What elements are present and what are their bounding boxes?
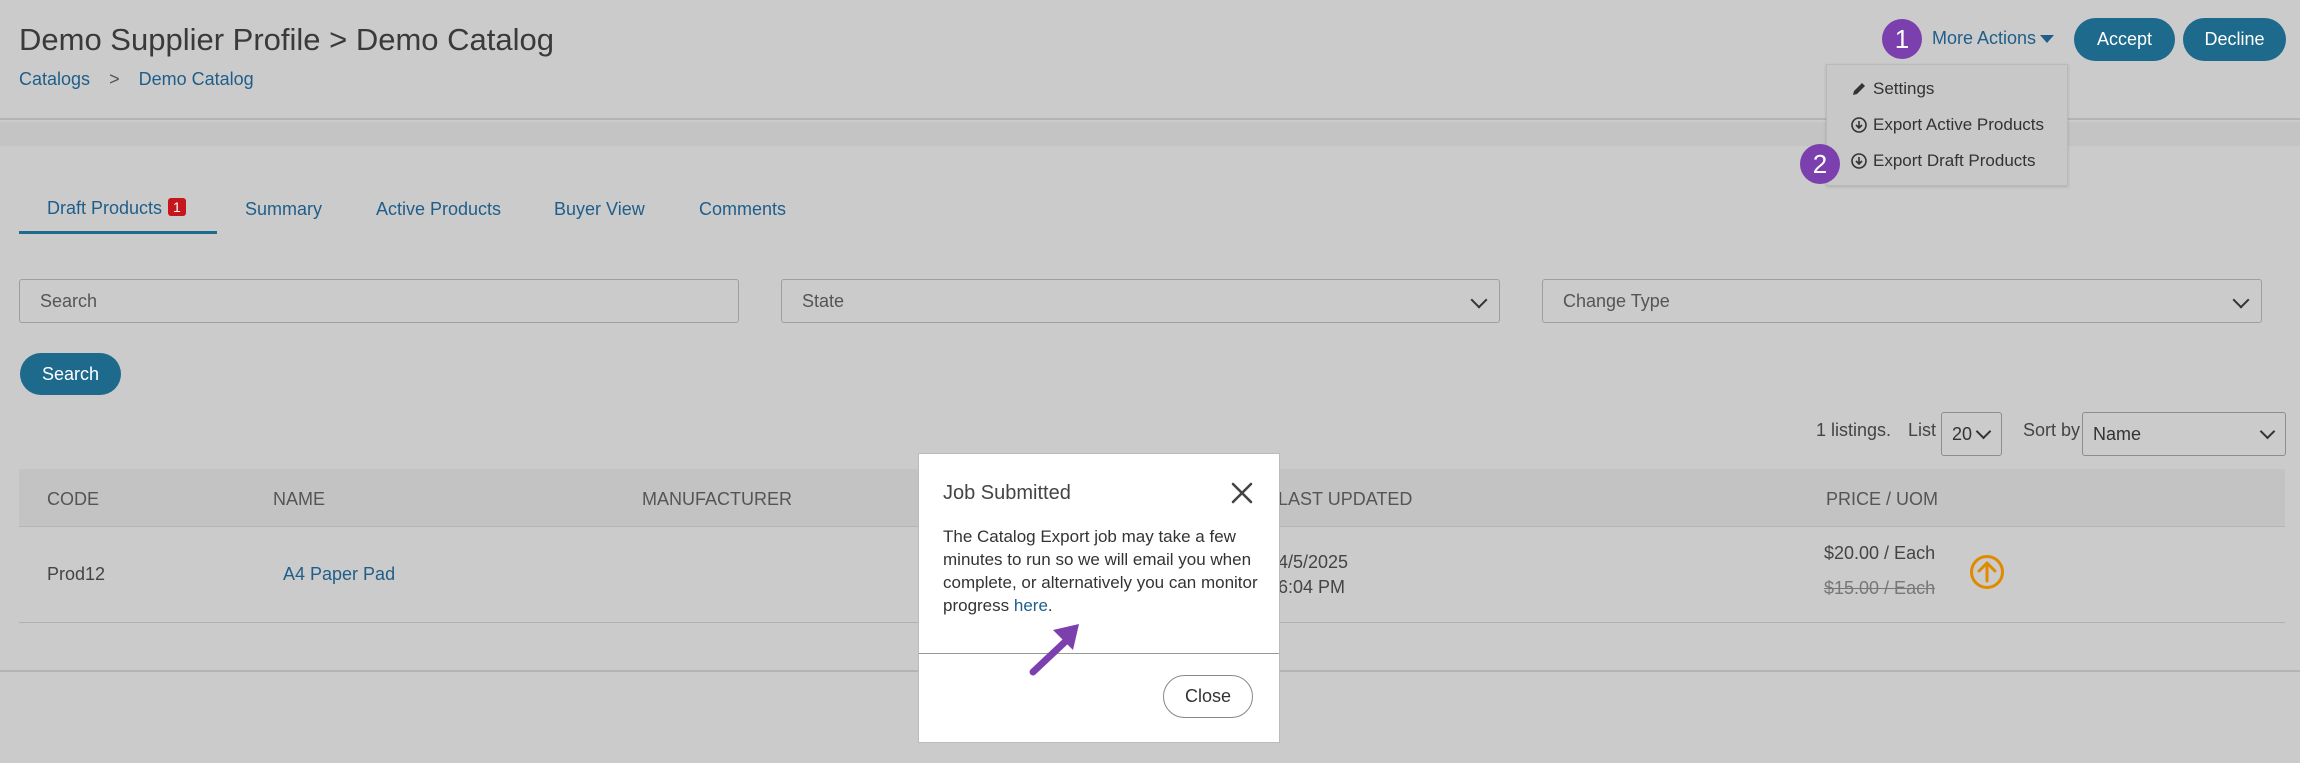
menu-item-export-draft[interactable]: Export Draft Products xyxy=(1851,151,2036,171)
menu-item-settings[interactable]: Settings xyxy=(1851,79,1934,99)
arrow-up-circle-icon[interactable] xyxy=(1969,554,2005,590)
dialog-message-text: The Catalog Export job may take a few mi… xyxy=(943,527,1258,615)
column-header-price[interactable]: PRICE / UOM xyxy=(1826,489,1938,510)
column-header-last-updated[interactable]: LAST UPDATED xyxy=(1278,489,1412,510)
breadcrumb: Catalogs > Demo Catalog xyxy=(19,69,254,90)
tab-draft-products[interactable]: Draft Products 1 xyxy=(47,198,186,219)
cell-price: $20.00 / Each xyxy=(1824,543,1936,563)
sort-by-select[interactable]: Name xyxy=(2082,412,2286,456)
search-input[interactable]: Search xyxy=(19,279,739,323)
monitor-progress-link[interactable]: here xyxy=(1014,596,1048,615)
pencil-icon xyxy=(1853,83,1865,95)
breadcrumb-separator: > xyxy=(109,69,120,89)
count-badge: 1 xyxy=(168,198,186,216)
close-icon[interactable] xyxy=(1231,482,1253,504)
dialog-divider xyxy=(919,653,1279,654)
more-actions-button[interactable]: More Actions xyxy=(1932,28,2055,49)
active-tab-indicator xyxy=(19,231,217,234)
page-title: Demo Supplier Profile > Demo Catalog xyxy=(19,22,555,57)
listing-count: 1 listings. xyxy=(1816,420,1891,441)
cell-code: Prod12 xyxy=(47,564,106,584)
dialog-title: Job Submitted xyxy=(943,482,1071,504)
close-button[interactable]: Close xyxy=(1163,675,1253,718)
chevron-down-icon xyxy=(2259,423,2276,440)
cell-updated-date: 4/5/2025 xyxy=(1278,552,1349,572)
change-type-select-label: Change Type xyxy=(1563,291,1670,311)
column-header-name[interactable]: NAME xyxy=(273,489,325,510)
annotation-arrow-icon xyxy=(1029,624,1079,676)
chevron-down-icon xyxy=(2232,291,2250,309)
annotation-marker-2: 2 xyxy=(1800,144,1840,184)
list-size-label: List xyxy=(1908,420,1937,440)
list-size-value: 20 xyxy=(1952,424,1973,444)
chevron-down-icon xyxy=(1975,423,1992,440)
breadcrumb-demo-catalog[interactable]: Demo Catalog xyxy=(139,69,254,89)
tab-label: Draft Products xyxy=(47,198,163,218)
list-size-select[interactable]: 20 xyxy=(1941,412,2002,456)
annotation-marker-1: 1 xyxy=(1882,19,1922,59)
download-circle-icon xyxy=(1851,117,1867,133)
state-select[interactable]: State xyxy=(781,279,1500,323)
change-type-select[interactable]: Change Type xyxy=(1542,279,2262,323)
accept-button[interactable]: Accept xyxy=(2074,18,2175,61)
search-button[interactable]: Search xyxy=(20,353,121,395)
dialog-message: The Catalog Export job may take a few mi… xyxy=(943,525,1261,617)
dialog-message-end: . xyxy=(1047,596,1053,615)
sort-by-label: Sort by xyxy=(2023,420,2081,440)
product-name-link[interactable]: A4 Paper Pad xyxy=(283,564,395,585)
tab-buyer-view[interactable]: Buyer View xyxy=(554,199,645,220)
cell-updated-time: 6:04 PM xyxy=(1278,577,1346,597)
state-select-label: State xyxy=(802,291,845,311)
menu-item-label: Export Draft Products xyxy=(1873,151,2036,170)
sort-by-value: Name xyxy=(2093,424,2142,444)
job-submitted-dialog: Job Submitted The Catalog Export job may… xyxy=(918,453,1280,743)
listing-count-value: 1 xyxy=(1816,420,1827,440)
tab-comments[interactable]: Comments xyxy=(699,199,786,220)
listing-count-suffix: listings. xyxy=(1831,420,1892,440)
menu-item-export-active[interactable]: Export Active Products xyxy=(1851,115,2044,135)
tab-active-products[interactable]: Active Products xyxy=(376,199,501,220)
menu-item-label: Export Active Products xyxy=(1873,115,2045,134)
menu-item-label: Settings xyxy=(1873,79,1935,98)
chevron-down-icon xyxy=(1470,291,1488,309)
tab-summary[interactable]: Summary xyxy=(245,199,322,220)
download-circle-icon xyxy=(1851,153,1867,169)
cell-old-price: $15.00 / Each xyxy=(1824,578,1936,598)
more-actions-menu: Settings Export Active Products Export D… xyxy=(1826,64,2068,186)
column-header-manufacturer[interactable]: MANUFACTURER xyxy=(642,489,792,510)
more-actions-label: More Actions xyxy=(1932,28,2037,48)
decline-button[interactable]: Decline xyxy=(2183,18,2286,61)
breadcrumb-catalogs[interactable]: Catalogs xyxy=(19,69,90,89)
caret-down-icon xyxy=(2040,35,2055,44)
column-header-code[interactable]: CODE xyxy=(47,489,99,510)
